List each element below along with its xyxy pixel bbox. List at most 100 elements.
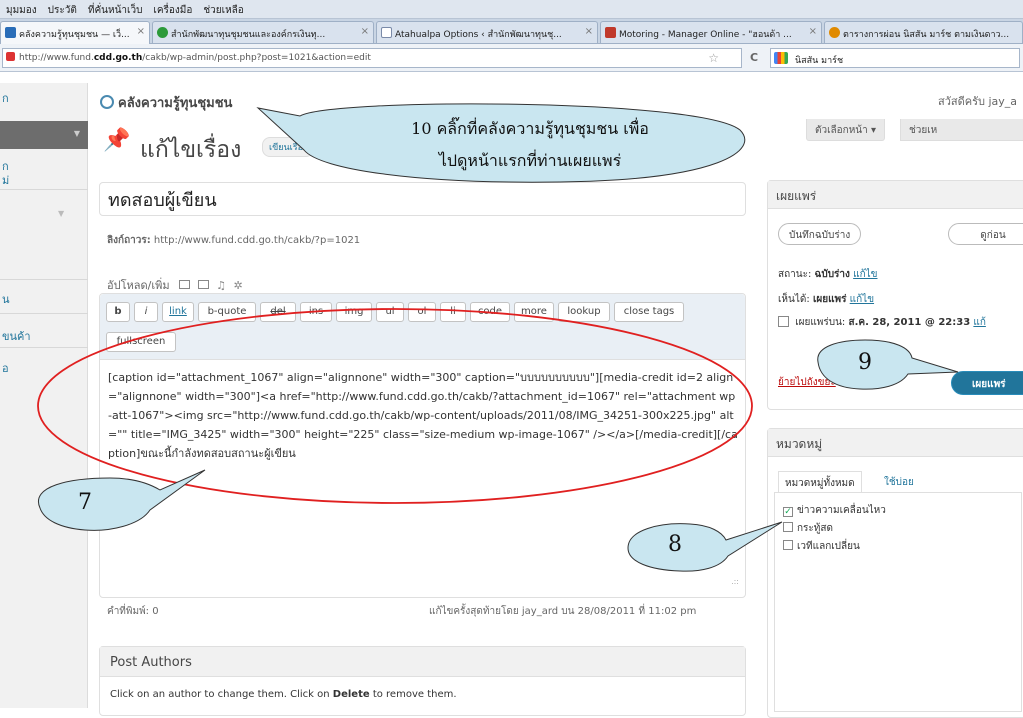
publish-button[interactable]: เผยแพร่: [951, 371, 1023, 395]
browser-tab-2[interactable]: สำนักพัฒนาทุนชุมชนและองค์กรเงินทุ... ×: [152, 21, 374, 43]
howdy-greeting[interactable]: สวัสดีครับ jay_a: [938, 92, 1017, 110]
menu-tools[interactable]: เครื่องมือ: [147, 0, 197, 18]
post-editor: b i link b-quote del ins img ul ol li co…: [99, 293, 746, 598]
category-label: กระทู้สด: [797, 523, 833, 534]
checkbox-icon[interactable]: [783, 540, 793, 550]
img-button[interactable]: img: [336, 302, 372, 322]
blockquote-button[interactable]: b-quote: [198, 302, 256, 322]
edit-schedule-link[interactable]: แก้: [973, 317, 986, 328]
lookup-button[interactable]: lookup: [558, 302, 610, 322]
browser-tab-4[interactable]: Motoring - Manager Online - "ฮอนด้า ... …: [600, 21, 822, 43]
close-tags-button[interactable]: close tags: [614, 302, 684, 322]
fullscreen-button[interactable]: fullscreen: [106, 332, 176, 352]
browser-navbar: http://www.fund.cdd.go.th/cakb/wp-admin/…: [0, 44, 1023, 72]
post-title-input[interactable]: [99, 182, 746, 216]
calendar-icon: [778, 316, 789, 327]
sidebar-item-appearance[interactable]: ขนค้า: [0, 327, 88, 345]
edit-status-link[interactable]: แก้ไข: [853, 269, 877, 280]
link-button[interactable]: link: [162, 302, 194, 322]
site-favicon-icon: [5, 27, 16, 38]
preview-button[interactable]: ดูก่อน: [948, 223, 1023, 245]
menu-help[interactable]: ช่วยเหลือ: [197, 0, 248, 18]
tab-close-icon[interactable]: ×: [809, 26, 817, 37]
site-title-link[interactable]: คลังความรู้ทุนชุมชน: [100, 92, 232, 113]
sidebar-item-posts[interactable]: ▼: [0, 121, 88, 149]
li-button[interactable]: li: [440, 302, 466, 322]
browser-tab-3[interactable]: Atahualpa Options ‹ สำนักพัฒนาทุนชุ... ×: [376, 21, 598, 43]
bookmark-star-icon[interactable]: ☆: [708, 51, 719, 65]
publish-box: เผยแพร่ บันทึกฉบับร่าง ดูก่อน สถานะ: ฉบั…: [767, 180, 1023, 410]
reload-icon[interactable]: C: [750, 51, 758, 64]
browser-tabbar: คลังความรู้ทุนชุมชน — เว็... × สำนักพัฒน…: [0, 19, 1023, 44]
sidebar-item-dashboard[interactable]: ก: [0, 89, 88, 107]
italic-button[interactable]: i: [134, 302, 158, 322]
tab-label: คลังความรู้ทุนชุมชน — เว็...: [19, 30, 130, 40]
sidebar-subitem-add-new[interactable]: ม่: [0, 171, 88, 189]
del-button[interactable]: del: [260, 302, 296, 322]
sidebar-item-comments[interactable]: น: [0, 290, 88, 308]
move-to-trash-link[interactable]: ย้ายไปถังขยะ: [778, 375, 836, 390]
category-label: ข่าวความเคลื่อนไหว: [797, 505, 886, 516]
tab-most-used[interactable]: ใช้บ่อย: [878, 471, 920, 494]
checkbox-checked-icon[interactable]: ✓: [783, 507, 793, 517]
resize-handle-icon[interactable]: .::: [731, 577, 739, 586]
sidebar-item-plugins[interactable]: อ: [0, 359, 88, 377]
bold-button[interactable]: b: [106, 302, 130, 322]
browser-tab-1[interactable]: คลังความรู้ทุนชุมชน — เว็... ×: [0, 21, 150, 44]
add-new-post-button[interactable]: เขียนเรื่อง: [262, 137, 315, 157]
pushpin-icon: 📌: [103, 128, 131, 153]
categories-title[interactable]: หมวดหมู่: [768, 429, 1023, 457]
help-button[interactable]: ช่วยเห: [900, 119, 1023, 141]
page-icon: [381, 27, 392, 38]
tab-close-icon[interactable]: ×: [585, 26, 593, 37]
ins-button[interactable]: ins: [300, 302, 332, 322]
ul-button[interactable]: ul: [376, 302, 404, 322]
add-audio-icon[interactable]: ♫: [216, 279, 226, 292]
editor-content[interactable]: [caption id="attachment_1067" align="ali…: [108, 368, 738, 463]
callout-9-label: 9: [858, 350, 872, 375]
permalink-url[interactable]: http://www.fund.cdd.go.th/cakb/?p=1021: [154, 235, 360, 246]
checkbox-icon[interactable]: [783, 522, 793, 532]
chevron-down-icon: ▼: [58, 209, 65, 218]
schedule-label: เผยแพร่บน:: [795, 317, 846, 328]
status-label: สถานะ:: [778, 269, 812, 280]
site-favicon-icon: [605, 27, 616, 38]
menu-bookmarks[interactable]: ที่คั่นหน้าเว็บ: [82, 0, 148, 18]
categories-list: ✓ ข่าวความเคลื่อนไหว กระทู้สด เวทีแลกเปลี…: [774, 492, 1022, 712]
sidebar-separator: [0, 189, 88, 190]
add-image-icon[interactable]: [179, 280, 191, 289]
ol-button[interactable]: ol: [408, 302, 436, 322]
site-favicon-icon: [829, 27, 840, 38]
menu-view[interactable]: มุมมอง: [0, 0, 42, 18]
callout-8-label: 8: [668, 532, 682, 557]
menu-history[interactable]: ประวัติ: [42, 0, 82, 18]
hint-text-end: to remove them.: [369, 689, 457, 700]
url-bar[interactable]: http://www.fund.cdd.go.th/cakb/wp-admin/…: [2, 48, 742, 68]
categories-box: หมวดหมู่ หมวดหมู่ทั้งหมด ใช้บ่อย ✓ ข่าวคว…: [767, 428, 1023, 718]
add-video-icon[interactable]: [197, 280, 209, 289]
category-item[interactable]: กระทู้สด: [783, 521, 833, 536]
post-authors-title[interactable]: Post Authors: [100, 647, 745, 677]
page-title: แก้ไขเรื่อง: [140, 137, 242, 163]
screen-options-button[interactable]: ตัวเลือกหน้า ▾: [806, 119, 885, 141]
more-button[interactable]: more: [514, 302, 554, 322]
url-path: /cakb/wp-admin/post.php?post=1021&action…: [142, 53, 371, 63]
browser-tab-5[interactable]: ตารางการผ่อน นิสสัน มาร์ช ตามเงินดาว...: [824, 21, 1023, 43]
search-engine-icon[interactable]: [774, 52, 788, 64]
url-prefix: http://www.fund.: [19, 53, 94, 63]
publish-title[interactable]: เผยแพร่: [768, 181, 1023, 209]
browser-menubar: มุมมอง ประวัติ ที่คั่นหน้าเว็บ เครื่องมือ ช่…: [0, 0, 1023, 19]
tab-label: Atahualpa Options ‹ สำนักพัฒนาทุนชุ...: [395, 30, 562, 40]
category-item[interactable]: เวทีแลกเปลี่ยน: [783, 539, 860, 554]
category-label: เวทีแลกเปลี่ยน: [797, 541, 860, 552]
save-draft-button[interactable]: บันทึกฉบับร่าง: [778, 223, 862, 245]
category-item[interactable]: ✓ ข่าวความเคลื่อนไหว: [783, 503, 886, 518]
url-domain: cdd.go.th: [93, 53, 143, 63]
tab-close-icon[interactable]: ×: [361, 26, 369, 37]
edit-visibility-link[interactable]: แก้ไข: [850, 294, 874, 305]
code-button[interactable]: code: [470, 302, 510, 322]
permalink-label: ลิงก์ถาวร:: [107, 235, 151, 246]
search-input[interactable]: นิสสัน มาร์ช: [770, 48, 1020, 68]
tab-close-icon[interactable]: ×: [137, 26, 145, 37]
add-media-icon[interactable]: ✲: [233, 279, 242, 292]
